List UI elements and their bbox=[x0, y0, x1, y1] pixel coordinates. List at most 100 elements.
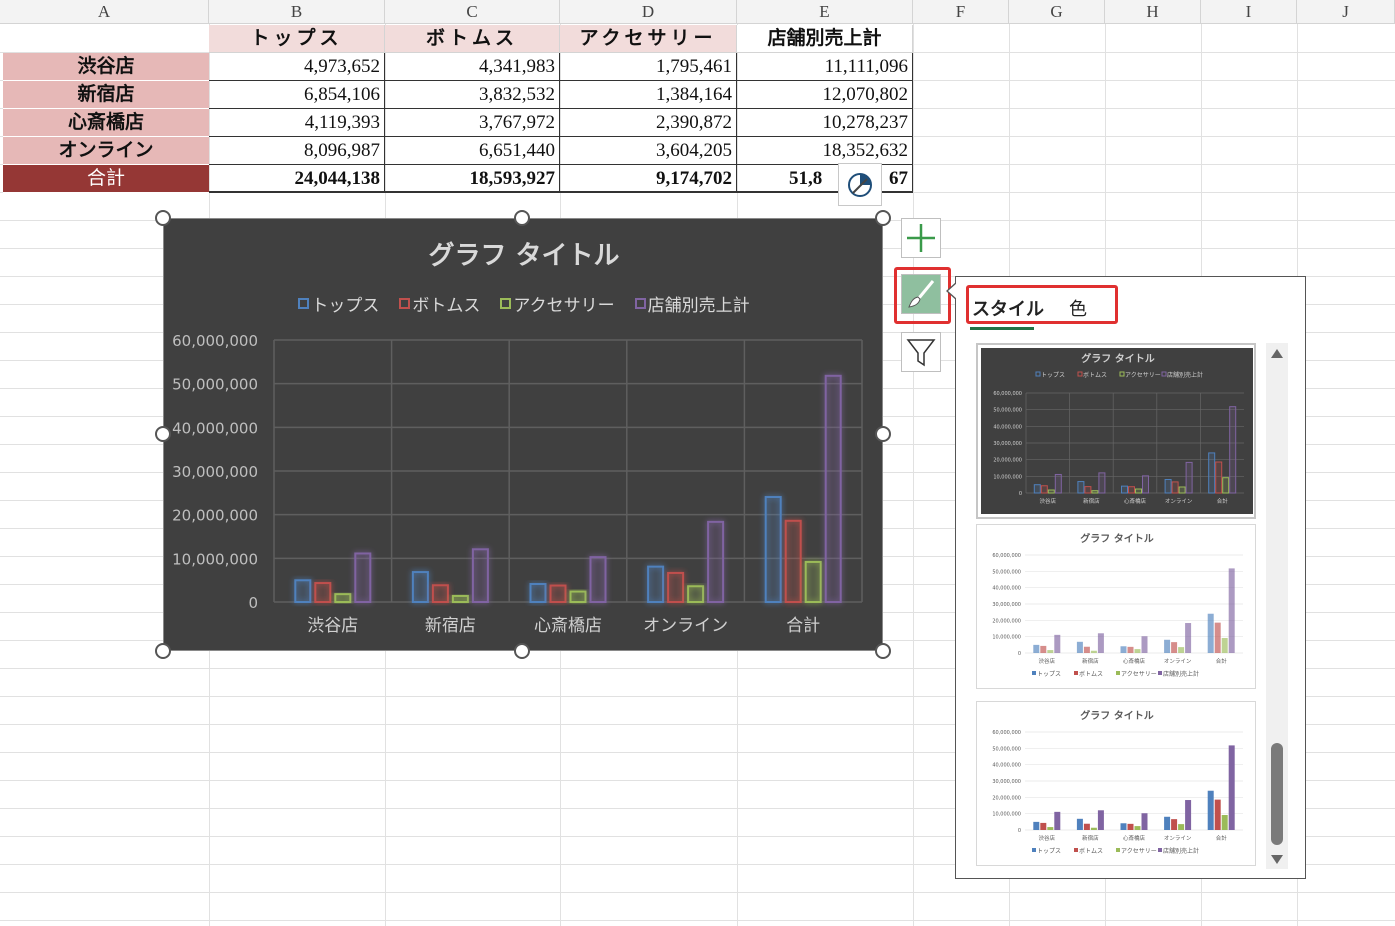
column-header-c[interactable]: C bbox=[385, 0, 560, 24]
table-cell[interactable]: 4,119,393 bbox=[209, 109, 385, 137]
column-header-i[interactable]: I bbox=[1201, 0, 1297, 24]
chart-elements-button[interactable] bbox=[901, 218, 941, 258]
column-header-h[interactable]: H bbox=[1105, 0, 1201, 24]
thumb-bar bbox=[1047, 650, 1054, 653]
header-cell-store-total[interactable]: 店舗別売上計 bbox=[737, 25, 913, 53]
thumb-bar bbox=[1134, 826, 1141, 830]
thumb-x-label: 心斎橋店 bbox=[1123, 834, 1146, 842]
table-cell[interactable]: 2,390,872 bbox=[560, 109, 737, 137]
resize-handle-tl[interactable] bbox=[155, 210, 171, 226]
bar-ボトムス bbox=[431, 584, 449, 604]
thumb-bar bbox=[1084, 486, 1092, 494]
table-cell[interactable]: 24,044,138 bbox=[209, 165, 385, 193]
column-header-a[interactable]: A bbox=[0, 0, 209, 24]
row-label-total[interactable]: 合計 bbox=[3, 165, 209, 193]
style-thumbnail-2[interactable]: グラフ タイトル 60,000,000 50,000,000 40,000,000 30… bbox=[976, 524, 1256, 689]
thumb-bar bbox=[1208, 452, 1216, 494]
thumb-bar bbox=[1047, 827, 1054, 830]
thumb-legend-swatch bbox=[1158, 848, 1162, 852]
plus-icon bbox=[907, 224, 935, 252]
thumb-x-label: オンライン bbox=[1165, 498, 1193, 505]
thumb-bar bbox=[1091, 490, 1099, 494]
table-cell[interactable]: 3,604,205 bbox=[560, 137, 737, 165]
thumb-bar bbox=[1207, 790, 1214, 830]
y-tick-label: 40,000,000 bbox=[172, 419, 258, 437]
thumb-x-label: オンライン bbox=[1164, 835, 1192, 842]
table-cell[interactable]: 18,352,632 bbox=[737, 137, 913, 165]
chart-area[interactable]: グラフ タイトル トップス ボトムス アクセサリー 店舗別売上計 0 10,000… bbox=[163, 218, 883, 651]
thumb-bar bbox=[1214, 799, 1221, 830]
table-cell[interactable]: 12,070,802 bbox=[737, 81, 913, 109]
column-header-d[interactable]: D bbox=[560, 0, 737, 24]
row-label-online[interactable]: オンライン bbox=[3, 137, 209, 165]
thumb-y-label: 40,000,000 bbox=[992, 763, 1021, 769]
column-header-b[interactable]: B bbox=[209, 0, 385, 24]
scroll-thumb[interactable] bbox=[1271, 743, 1283, 845]
thumb-bar bbox=[1120, 823, 1127, 830]
table-cell[interactable]: 6,651,440 bbox=[385, 137, 560, 165]
thumb-bar bbox=[1121, 485, 1128, 494]
scroll-up-arrow[interactable] bbox=[1271, 349, 1283, 358]
column-header-f[interactable]: F bbox=[913, 0, 1009, 24]
resize-handle-br[interactable] bbox=[875, 643, 891, 659]
thumb-legend-label: トップス bbox=[1037, 671, 1061, 678]
resize-handle-bc[interactable] bbox=[514, 643, 530, 659]
chart-filters-button[interactable] bbox=[901, 332, 941, 372]
table-cell[interactable]: 8,096,987 bbox=[209, 137, 385, 165]
table-cell[interactable]: 10,278,237 bbox=[737, 109, 913, 137]
thumb-bar bbox=[1077, 481, 1085, 494]
row-label-shibuya[interactable]: 渋谷店 bbox=[3, 53, 209, 81]
table-cell[interactable]: 11,111,096 bbox=[737, 53, 913, 81]
column-header-j[interactable]: J bbox=[1297, 0, 1395, 24]
thumbnail-chart: グラフ タイトル 60,000,000 50,000,000 40,000,000 30… bbox=[992, 709, 1243, 855]
column-header-e[interactable]: E bbox=[737, 0, 913, 24]
table-cell[interactable]: 4,341,983 bbox=[385, 53, 560, 81]
scroll-down-arrow[interactable] bbox=[1271, 855, 1283, 864]
thumb-bar bbox=[1134, 649, 1141, 653]
style-thumbnail-3[interactable]: グラフ タイトル 60,000,000 50,000,000 40,000,000 30… bbox=[976, 701, 1256, 866]
chart-plot[interactable]: 0 10,000,000 20,000,000 30,000,000 40,000,00… bbox=[164, 219, 884, 652]
thumb-x-label: 渋谷店 bbox=[1040, 497, 1057, 505]
thumb-bar bbox=[1185, 623, 1192, 653]
thumb-x-label: 渋谷店 bbox=[1039, 657, 1056, 665]
header-cell-bottoms[interactable]: ボトムス bbox=[385, 25, 560, 53]
header-cell-accessories[interactable]: アクセサリー bbox=[560, 25, 737, 53]
row-label-shinsaibashi[interactable]: 心斎橋店 bbox=[3, 109, 209, 137]
thumb-bar bbox=[1178, 824, 1185, 830]
table-cell[interactable]: 1,384,164 bbox=[560, 81, 737, 109]
quick-analysis-button[interactable] bbox=[838, 163, 882, 206]
thumb-bar bbox=[1164, 479, 1172, 494]
thumb-y-label: 20,000,000 bbox=[992, 795, 1021, 801]
header-cell-tops[interactable]: トップス bbox=[209, 25, 385, 53]
table-cell[interactable]: 51,8 67 bbox=[737, 165, 913, 193]
thumb-bar bbox=[1098, 472, 1106, 494]
thumb-x-label: 渋谷店 bbox=[1039, 834, 1056, 842]
thumb-legend-label: 店舗別売上計 bbox=[1167, 371, 1203, 379]
resize-handle-ml[interactable] bbox=[155, 426, 171, 442]
table-cell[interactable]: 3,767,972 bbox=[385, 109, 560, 137]
resize-handle-tr[interactable] bbox=[875, 210, 891, 226]
table-cell[interactable]: 3,832,532 bbox=[385, 81, 560, 109]
y-tick-label: 0 bbox=[248, 594, 258, 612]
thumb-bar bbox=[1215, 461, 1223, 494]
panel-scrollbar[interactable] bbox=[1266, 343, 1288, 869]
row-label-shinjuku[interactable]: 新宿店 bbox=[3, 81, 209, 109]
bar-ボトムス bbox=[667, 571, 685, 604]
table-cell[interactable]: 6,854,106 bbox=[209, 81, 385, 109]
column-header-g[interactable]: G bbox=[1009, 0, 1105, 24]
thumb-x-label: 合計 bbox=[1216, 657, 1228, 665]
thumb-y-label: 20,000,000 bbox=[992, 618, 1021, 624]
style-thumbnail-1[interactable]: グラフ タイトル トップス ボトムス アクセサリー 店舗別売上計 60,000,000 50… bbox=[976, 343, 1256, 519]
thumb-bar bbox=[1128, 486, 1135, 494]
bar-ボトムス bbox=[549, 584, 567, 603]
table-cell[interactable]: 18,593,927 bbox=[385, 165, 560, 193]
resize-handle-tc[interactable] bbox=[514, 210, 530, 226]
bar-店舗別売上計 bbox=[471, 548, 489, 603]
resize-handle-mr[interactable] bbox=[875, 426, 891, 442]
table-cell[interactable]: 9,174,702 bbox=[560, 165, 737, 193]
bar-店舗別売上計 bbox=[354, 552, 372, 603]
table-cell[interactable]: 1,795,461 bbox=[560, 53, 737, 81]
resize-handle-bl[interactable] bbox=[155, 643, 171, 659]
table-cell[interactable]: 4,973,652 bbox=[209, 53, 385, 81]
thumbnail-chart: グラフ タイトル 60,000,000 50,000,000 40,000,000 30… bbox=[992, 532, 1243, 678]
